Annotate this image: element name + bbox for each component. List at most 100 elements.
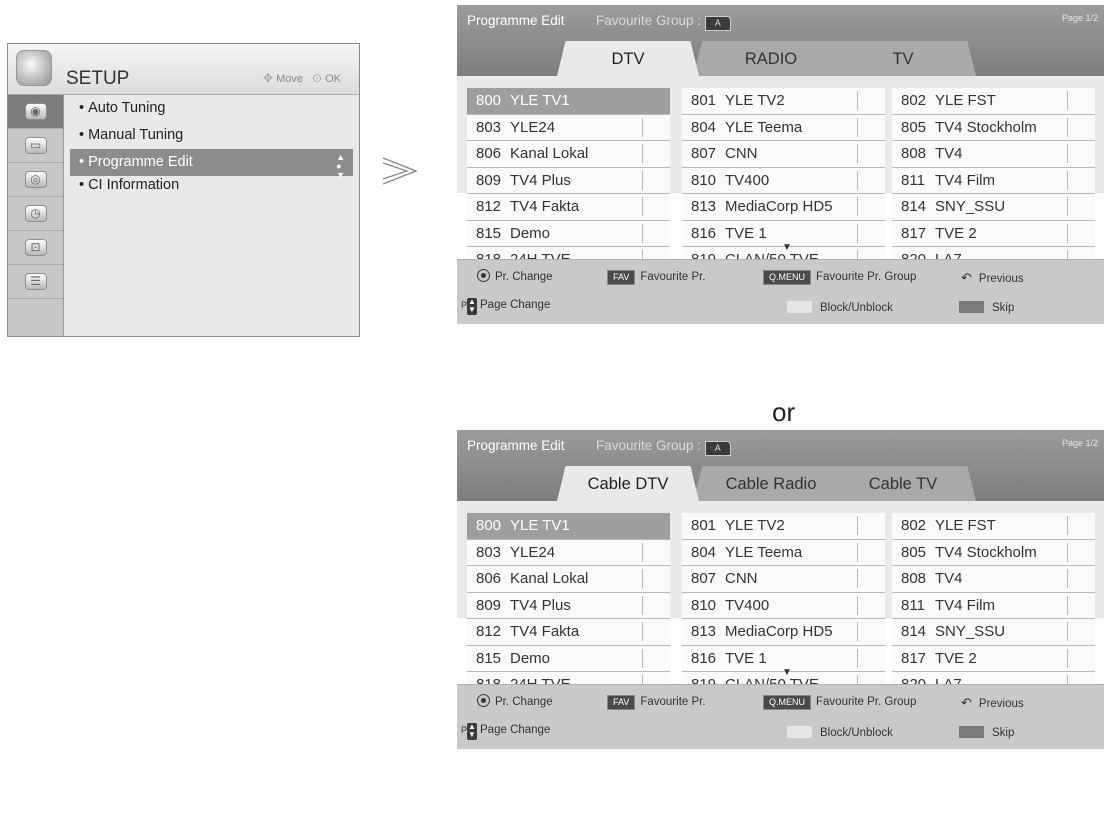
channel-item[interactable]: 815 Demo xyxy=(467,220,670,247)
channel-item[interactable]: 812 TV4 Fakta xyxy=(467,619,670,646)
favourite-group-badge[interactable]: A xyxy=(704,441,731,456)
legend-label: Favourite Pr. Group xyxy=(816,271,917,283)
setup-category-lock[interactable]: ⊡ xyxy=(8,231,63,265)
channel-item[interactable]: 810 TV400 xyxy=(682,592,885,619)
panel-title: Programme Edit xyxy=(467,13,565,28)
tab-1[interactable]: DTV xyxy=(557,41,699,76)
cell-divider xyxy=(1067,569,1068,588)
option-icon: ☰ xyxy=(24,273,47,290)
setup-category-picture[interactable]: ▭ xyxy=(8,129,63,163)
channel-number: 810 xyxy=(691,171,717,189)
channel-item[interactable]: 807 CNN xyxy=(682,141,885,168)
channel-number: 806 xyxy=(476,570,502,587)
channel-item[interactable]: 813 MediaCorp HD5 xyxy=(682,619,885,646)
legend-favourite: FAV Favourite Pr. xyxy=(607,270,706,285)
setup-item-ci-information[interactable]: • CI Information xyxy=(63,176,359,198)
channel-item[interactable]: 808 TV4 xyxy=(892,566,1095,593)
channel-item[interactable]: 805 TV4 Stockholm xyxy=(892,114,1095,141)
channel-number: 811 xyxy=(901,171,925,189)
channel-name: YLE TV1 xyxy=(510,92,570,109)
move-hint: ✥ Move xyxy=(263,71,303,85)
channel-item[interactable]: 815 Demo xyxy=(467,645,670,672)
antenna-icon: ◉ xyxy=(24,103,47,120)
tab-2[interactable]: RADIO xyxy=(693,41,849,76)
ok-button-icon xyxy=(477,269,490,282)
channel-item[interactable]: 805 TV4 Stockholm xyxy=(892,539,1095,566)
setup-item-programme-edit[interactable]: • Programme Edit ▲ ● ▼ xyxy=(70,149,353,180)
channel-item[interactable]: 809 TV4 Plus xyxy=(467,167,670,194)
channel-item[interactable]: 817 TVE 2 xyxy=(892,220,1095,247)
channel-item[interactable]: 807 CNN xyxy=(682,566,885,593)
channel-item[interactable]: 803 YLE24 xyxy=(467,114,670,141)
channel-item[interactable]: 801 YLE TV2 xyxy=(682,88,885,115)
cell-divider xyxy=(857,117,858,137)
channel-item[interactable]: 806 Kanal Lokal xyxy=(467,141,670,168)
legend-skip: Skip xyxy=(959,726,1014,739)
channel-item[interactable]: 806 Kanal Lokal xyxy=(467,566,670,593)
key-legend: Pr. Change FAV Favourite Pr. Q.MENU Favour… xyxy=(457,259,1104,324)
legend-label: Previous xyxy=(978,273,1024,285)
favourite-group-badge[interactable]: A xyxy=(704,16,731,31)
setup-category-option[interactable]: ☰ xyxy=(8,265,63,299)
tab-3[interactable]: TV xyxy=(830,41,976,76)
channel-item[interactable]: 804 YLE Teema xyxy=(682,114,885,141)
setup-item-auto-tuning[interactable]: • Auto Tuning xyxy=(63,95,359,122)
channel-item[interactable]: 811 TV4 Film xyxy=(892,592,1095,619)
fav-key-badge: FAV xyxy=(607,695,636,710)
channel-number: 817 xyxy=(901,649,927,667)
channel-item[interactable]: 802 YLE FST xyxy=(892,88,1095,115)
tab-3[interactable]: Cable TV xyxy=(830,466,976,501)
channel-name: TV400 xyxy=(725,596,770,614)
legend-favourite-group: Q.MENU Favourite Pr. Group xyxy=(763,695,916,710)
setup-category-setup[interactable]: ◉ xyxy=(8,95,63,129)
channel-item[interactable]: 800 YLE TV1 xyxy=(467,88,670,115)
channel-item[interactable]: 802 YLE FST xyxy=(892,513,1095,540)
setup-item-label: Programme Edit xyxy=(88,154,193,170)
tab-1[interactable]: Cable DTV xyxy=(557,466,699,501)
channel-number: 812 xyxy=(476,623,502,640)
channel-item[interactable]: 810 TV400 xyxy=(682,167,885,194)
channel-item[interactable]: 809 TV4 Plus xyxy=(467,592,670,619)
channel-name: TV4 Film xyxy=(935,596,995,614)
channel-item[interactable]: 813 MediaCorp HD5 xyxy=(682,194,885,221)
legend-label: Block/Unblock xyxy=(820,302,893,314)
channel-item[interactable]: 803 YLE24 xyxy=(467,539,670,566)
channel-number: 810 xyxy=(691,596,717,614)
service-tabs: Cable TV Cable Radio Cable DTV xyxy=(457,466,1104,501)
channel-item[interactable]: 808 TV4 xyxy=(892,141,1095,168)
yellow-key-swatch xyxy=(787,301,812,313)
setup-title: SETUP xyxy=(66,68,130,89)
setup-item-manual-tuning[interactable]: • Manual Tuning xyxy=(63,122,359,149)
legend-label: Page Change xyxy=(480,299,551,311)
setup-category-audio[interactable]: ◎ xyxy=(8,163,63,197)
move-hint-label: Move xyxy=(276,73,303,85)
channel-item[interactable]: 812 TV4 Fakta xyxy=(467,194,670,221)
channel-name: TV4 xyxy=(935,145,963,162)
channel-number: 800 xyxy=(476,92,502,109)
cell-divider xyxy=(1067,648,1068,668)
channel-name: TVE 1 xyxy=(725,224,767,242)
setup-category-time[interactable]: ◷ xyxy=(8,197,63,231)
channel-item[interactable]: 817 TVE 2 xyxy=(892,645,1095,672)
channel-number: 801 xyxy=(691,92,717,109)
channel-item[interactable]: 801 YLE TV2 xyxy=(682,513,885,540)
legend-block: Block/Unblock xyxy=(787,301,893,314)
legend-pr-change: Pr. Change xyxy=(477,694,553,708)
channel-item[interactable]: 814 SNY_SSU xyxy=(892,194,1095,221)
legend-previous: ↶ Previous xyxy=(961,270,1024,286)
cell-divider xyxy=(857,197,858,216)
channel-item[interactable]: 804 YLE Teema xyxy=(682,539,885,566)
channel-name: TV4 Plus xyxy=(510,171,571,189)
channel-name: TVE 2 xyxy=(935,224,977,242)
setup-item-label: Auto Tuning xyxy=(88,100,166,116)
legend-previous: ↶ Previous xyxy=(961,695,1024,711)
cell-divider xyxy=(1067,144,1068,163)
tab-2[interactable]: Cable Radio xyxy=(693,466,849,501)
programme-edit-panel-2: Programme Edit Favourite Group : A Page … xyxy=(457,430,1104,749)
channel-number: 814 xyxy=(901,198,927,215)
channel-item[interactable]: 814 SNY_SSU xyxy=(892,619,1095,646)
channel-item[interactable]: 800 YLE TV1 xyxy=(467,513,670,540)
yellow-key-swatch xyxy=(787,726,812,738)
channel-item[interactable]: 811 TV4 Film xyxy=(892,167,1095,194)
channel-name: CNN xyxy=(725,570,758,587)
